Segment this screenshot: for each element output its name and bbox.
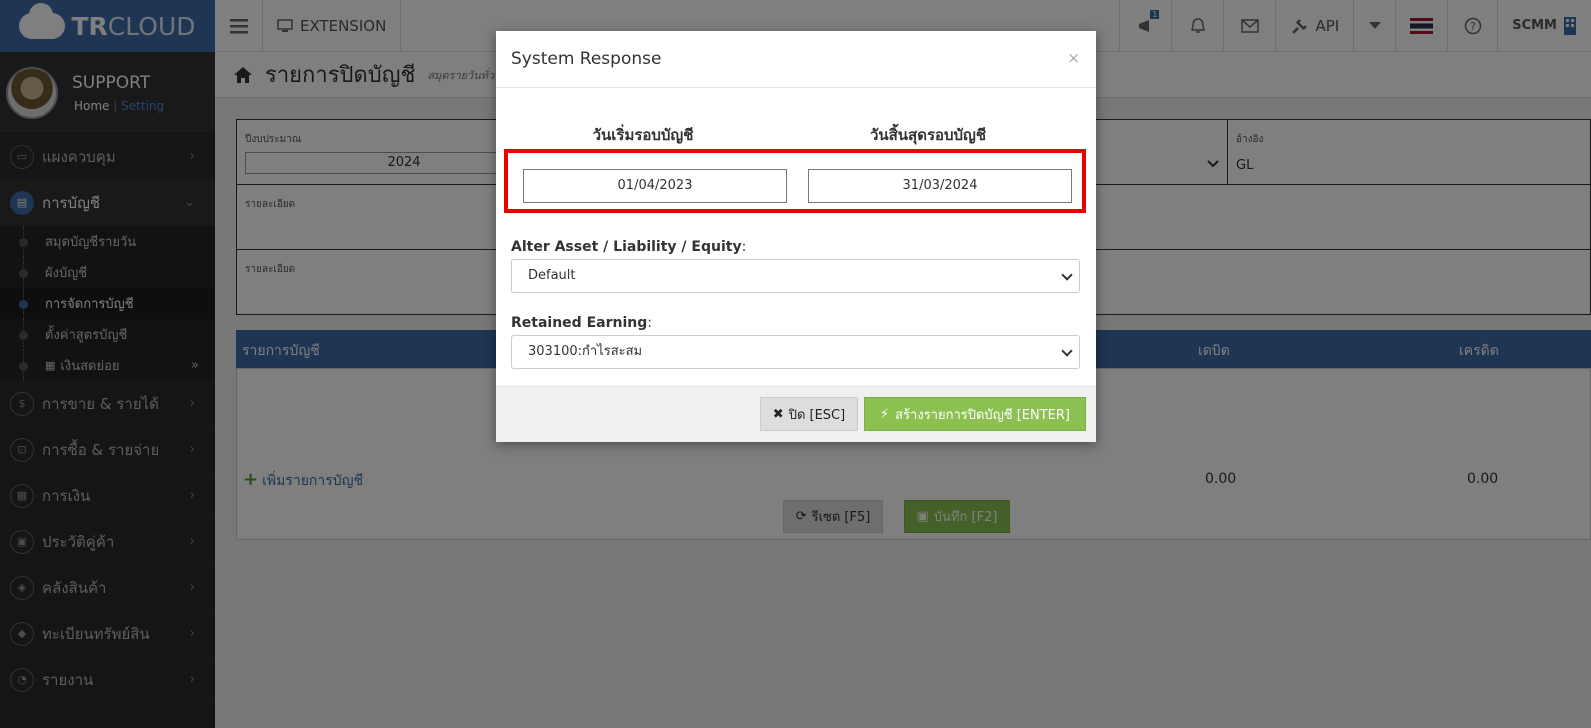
create-closing-entry-button[interactable]: ⚡ สร้างรายการปิดบัญชี [ENTER] [864, 397, 1086, 431]
times-icon: ✖ [772, 406, 784, 422]
end-date-input[interactable]: 31/03/2024 [808, 169, 1072, 203]
close-icon[interactable]: × [1067, 49, 1080, 67]
modal-header: System Response × [496, 31, 1096, 88]
magic-wand-icon: ⚡ [879, 406, 890, 422]
start-date-label: วันเริ่มรอบบัญชี [592, 126, 694, 144]
retained-select[interactable]: 303100:กำไรสะสม [511, 335, 1080, 369]
close-button-label: ปิด [ESC] [788, 407, 846, 423]
modal-footer: ✖ ปิด [ESC] ⚡ สร้างรายการปิดบัญชี [ENTER] [496, 386, 1096, 442]
start-date-input[interactable]: 01/04/2023 [523, 169, 787, 203]
alter-select-value: Default [528, 268, 576, 283]
date-range-highlight: 01/04/2023 31/03/2024 [504, 149, 1086, 213]
chevron-down-icon [1061, 345, 1073, 357]
alter-select[interactable]: Default [511, 259, 1080, 293]
retained-select-value: 303100:กำไรสะสม [528, 344, 643, 359]
system-response-modal: System Response × วันเริ่มรอบบัญชี วันสิ… [496, 31, 1096, 442]
close-button[interactable]: ✖ ปิด [ESC] [760, 397, 858, 431]
end-date-label: วันสิ้นสุดรอบบัญชี [869, 126, 987, 144]
alter-label: Alter Asset / Liability / Equity: [511, 239, 747, 255]
chevron-down-icon [1061, 269, 1073, 281]
create-button-label: สร้างรายการปิดบัญชี [ENTER] [895, 407, 1070, 423]
modal-title: System Response [511, 49, 662, 69]
retained-label: Retained Earning: [511, 315, 652, 331]
